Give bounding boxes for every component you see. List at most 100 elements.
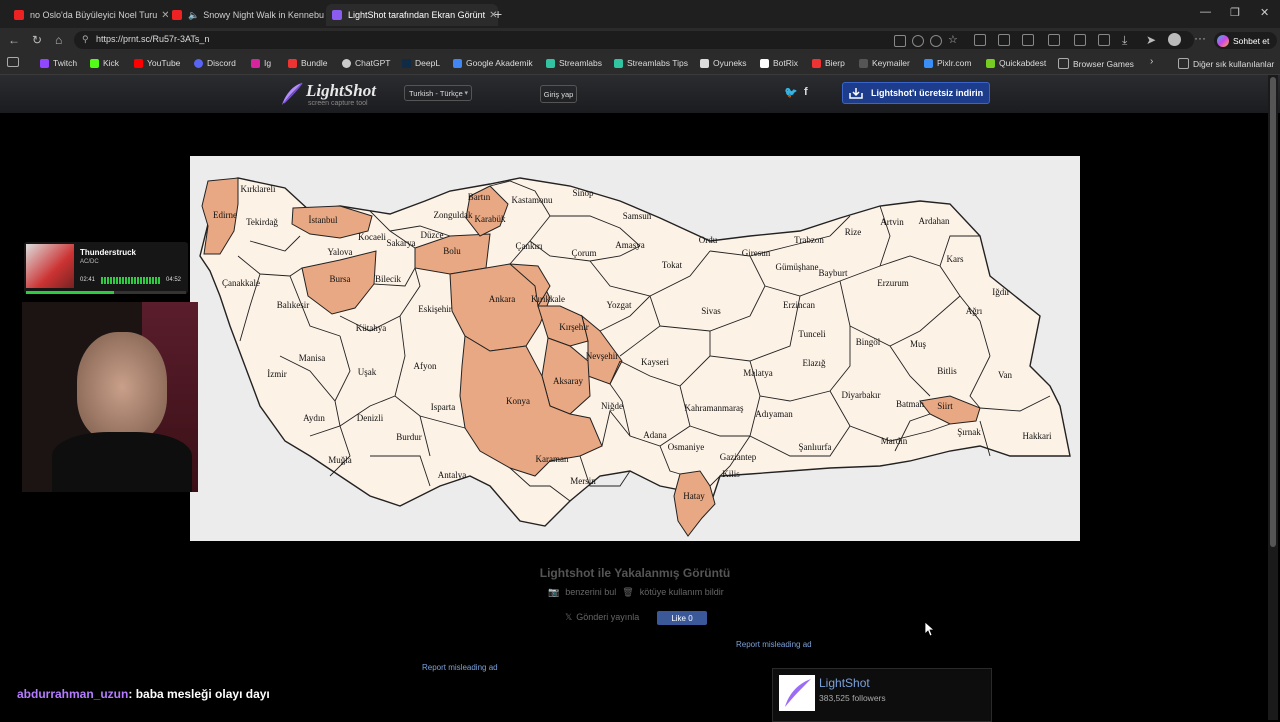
bookmark-bundle[interactable]: Bundle — [288, 58, 327, 68]
reload-icon[interactable]: ↻ — [32, 33, 42, 47]
twitter-icon[interactable]: 🐦 — [784, 86, 798, 99]
extension-icon[interactable] — [998, 34, 1010, 46]
province-label: Uşak — [358, 367, 377, 377]
tab-oslo[interactable]: no Oslo'da Büyüleyici Noel Turu ✕ — [10, 4, 168, 26]
bookmark-label: DeepL — [415, 58, 441, 68]
province-label: Antalya — [438, 470, 467, 480]
province-label: Malatya — [743, 368, 773, 378]
bookmark-google-akademik[interactable]: Google Akademik — [453, 58, 533, 68]
bookmark-label: Diğer sık kullanılanlar — [1193, 58, 1275, 69]
new-tab-button[interactable]: + — [494, 6, 502, 22]
province-label: Sakarya — [387, 238, 416, 248]
province-label: Manisa — [299, 353, 326, 363]
lightshot-logo[interactable]: LightShot screen capture tool — [280, 81, 376, 112]
bookmark-deepl[interactable]: DeepL — [402, 58, 440, 68]
language-select[interactable]: Turkish - Türkçe ▾ — [404, 85, 472, 101]
split-screen-icon[interactable] — [1048, 34, 1060, 46]
streamlabs-icon — [614, 58, 623, 68]
province-label: Bolu — [443, 246, 461, 256]
twitch-icon — [40, 58, 49, 68]
province-label: Kocaeli — [358, 232, 386, 242]
tab-title: Snowy Night Walk in Kennebu — [203, 10, 324, 20]
collections-icon[interactable] — [1098, 34, 1110, 46]
report-abuse-link[interactable]: kötüye kullanım bildir — [640, 587, 724, 598]
report-misleading-ad-link[interactable]: Report misleading ad — [736, 640, 812, 649]
bookmark-streamlabs[interactable]: Streamlabs — [546, 58, 602, 68]
bookmark-discord[interactable]: Discord — [194, 58, 236, 68]
bookmark-keymailer[interactable]: Keymailer — [859, 58, 910, 68]
x-post-button[interactable]: 𝕏 Gönderi yayınla — [565, 612, 639, 623]
bookmarks-bar: Twitch Kick YouTube Discord Ig Bundle Ch… — [0, 52, 1280, 75]
bookmark-oyuneks[interactable]: Oyuneks — [700, 58, 747, 68]
profile-avatar[interactable] — [1168, 33, 1181, 46]
scrollbar-thumb[interactable] — [1270, 77, 1276, 547]
bookmark-streamlabs-tips[interactable]: Streamlabs Tips — [614, 58, 688, 68]
lightshot-follow-card[interactable]: LightShot 383,525 followers — [772, 668, 992, 722]
bookmark-kick[interactable]: Kick — [90, 58, 119, 68]
tab-snowy[interactable]: 🔈 Snowy Night Walk in Kennebu ✕ — [168, 4, 326, 26]
bookmark-ig[interactable]: Ig — [251, 58, 271, 68]
album-cover — [26, 244, 74, 288]
tracking-icon[interactable] — [930, 35, 942, 47]
bookmark-browser-games[interactable]: Browser Games — [1058, 58, 1134, 69]
province-label: Kırıkkale — [531, 294, 565, 304]
share-icon[interactable]: ➤ — [1146, 33, 1156, 47]
chatgpt-icon — [342, 58, 351, 68]
favorite-star-icon[interactable]: ☆ — [948, 33, 958, 46]
close-window-button[interactable]: ✕ — [1260, 6, 1269, 19]
pixlr-icon — [924, 58, 933, 68]
bookmark-other-folder[interactable]: Diğer sık kullanılanlar — [1178, 58, 1274, 69]
login-button[interactable]: Giriş yap — [540, 85, 577, 103]
song-artist: AC/DC — [80, 259, 99, 265]
copilot-chat-button[interactable]: Sohbet et — [1214, 32, 1277, 49]
extensions-icon[interactable] — [1022, 34, 1034, 46]
screenshot-icon[interactable] — [894, 35, 906, 47]
more-menu-icon[interactable]: ··· — [1194, 31, 1206, 45]
zoom-icon[interactable] — [912, 35, 924, 47]
card-name[interactable]: LightShot — [819, 676, 870, 690]
reading-list-icon[interactable] — [7, 57, 19, 67]
minimize-button[interactable]: — — [1200, 6, 1211, 18]
x-post-label: Gönderi yayınla — [576, 612, 640, 622]
back-icon[interactable]: ← — [8, 33, 20, 47]
favorites-icon[interactable] — [1074, 34, 1086, 46]
bookmark-label: Bierp — [825, 58, 845, 68]
province-label: İstanbul — [309, 215, 338, 225]
camera-icon: 📷 — [548, 587, 560, 597]
report-misleading-ad-link[interactable]: Report misleading ad — [422, 663, 498, 672]
bookmark-chatgpt[interactable]: ChatGPT — [342, 58, 390, 68]
bookmark-quickabdest[interactable]: Quickabdest — [986, 58, 1046, 68]
captured-screenshot[interactable]: Kırklareli Edirne Tekirdağ İstanbul Kocaeli Y… — [190, 156, 1080, 541]
province-label: Gaziantep — [720, 452, 757, 462]
facebook-icon[interactable]: f — [804, 86, 808, 98]
bookmark-twitch[interactable]: Twitch — [40, 58, 77, 68]
bookmark-bierp[interactable]: Bierp — [812, 58, 845, 68]
province-label: Bursa — [330, 274, 351, 284]
tab-lightshot[interactable]: LightShot tarafından Ekran Görünt ✕ — [326, 4, 498, 26]
site-info-icon[interactable]: ⚲ — [82, 34, 89, 45]
home-icon[interactable]: ⌂ — [55, 33, 62, 47]
chevron-right-icon[interactable]: › — [1150, 56, 1153, 67]
extension-icon[interactable] — [974, 34, 986, 46]
download-button[interactable]: Lightshot'ı ücretsiz indirin — [842, 82, 990, 104]
province-label: Burdur — [396, 432, 422, 442]
song-progress-track — [26, 291, 186, 294]
chat-text: : baba mesleği olayı dayı — [128, 687, 270, 701]
close-icon[interactable]: ✕ — [157, 10, 168, 21]
province-label: Çankırı — [516, 241, 543, 251]
bookmark-youtube[interactable]: YouTube — [134, 58, 180, 68]
bookmark-botrix[interactable]: BotRix — [760, 58, 798, 68]
song-progress-fill — [26, 291, 115, 294]
lightshot-avatar — [779, 675, 815, 711]
streamlabs-icon — [546, 58, 555, 68]
bookmark-pixlr[interactable]: Pixlr.com — [924, 58, 971, 68]
facebook-like-button[interactable]: Like 0 — [657, 611, 707, 625]
turkey-map: Kırklareli Edirne Tekirdağ İstanbul Kocaeli Y… — [199, 177, 1071, 537]
maximize-button[interactable]: ❐ — [1230, 6, 1240, 19]
find-similar-link[interactable]: benzerini bul — [565, 587, 616, 598]
caption-actions: 📷 benzerini bul 🗑 kötüye kullanım bildir — [548, 587, 724, 598]
page-scrollbar[interactable] — [1268, 75, 1278, 720]
downloads-icon[interactable]: ⤓ — [1122, 33, 1127, 48]
youtube-icon — [14, 10, 24, 20]
province-label: Şanlıurfa — [799, 442, 832, 452]
